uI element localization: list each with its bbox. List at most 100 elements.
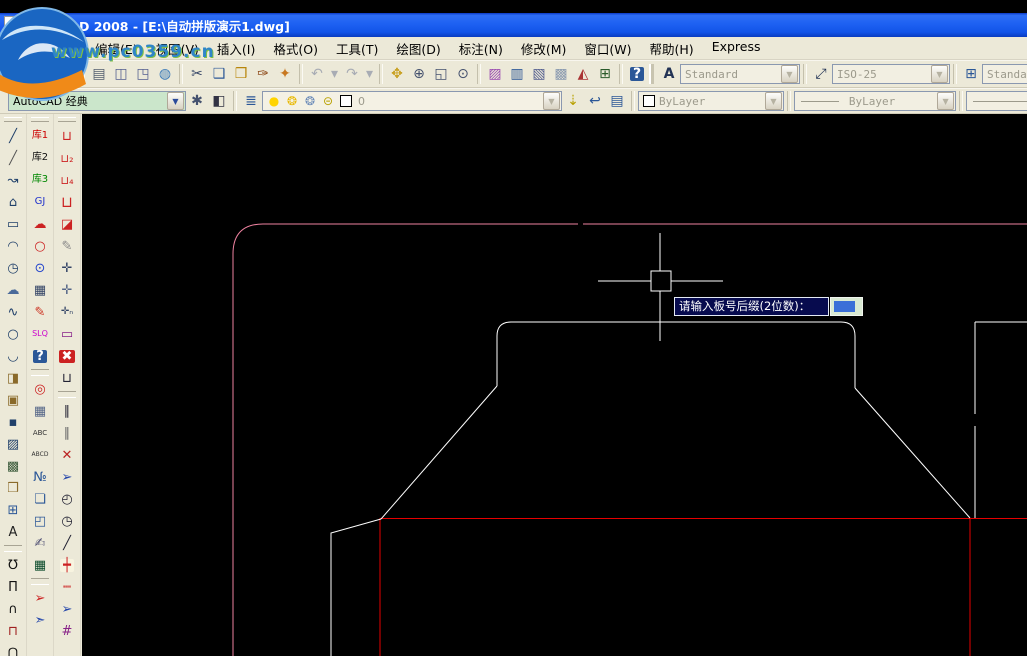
- no-draw-pencil-button[interactable]: ✎: [55, 235, 79, 257]
- circle-button[interactable]: ◷: [1, 257, 25, 279]
- layer-lock-button[interactable]: ⊝: [320, 93, 336, 109]
- die-tool-2-button[interactable]: Π: [1, 576, 25, 598]
- layouts-button[interactable]: ❏: [28, 488, 52, 510]
- menu-item[interactable]: 帮助(H): [641, 36, 703, 61]
- dim-style-manager-button[interactable]: ⤢: [810, 63, 832, 85]
- toolbar-grip[interactable]: [4, 117, 22, 122]
- library-2-button[interactable]: 库2: [28, 147, 52, 169]
- compass-2-button[interactable]: ◷: [55, 510, 79, 532]
- die-n-slash-button[interactable]: ◪: [55, 213, 79, 235]
- layer-dropdown-arrow[interactable]: ▼: [543, 92, 560, 110]
- die-u-button[interactable]: ⊔: [55, 125, 79, 147]
- cross-lines-button[interactable]: ✕: [55, 444, 79, 466]
- copy-button[interactable]: ❑: [208, 63, 230, 85]
- workspace-dropdown-arrow[interactable]: ▼: [167, 92, 184, 110]
- publish-button[interactable]: ◳: [132, 63, 154, 85]
- sheetset-manager-button[interactable]: ▩: [550, 63, 572, 85]
- text-strike-button[interactable]: ABC: [28, 422, 52, 444]
- menu-item[interactable]: 标注(N): [450, 36, 512, 61]
- tool-palettes-button[interactable]: ▧: [528, 63, 550, 85]
- menu-item[interactable]: 文件(F): [26, 36, 86, 61]
- hatch-button[interactable]: ▨: [1, 433, 25, 455]
- designcenter-button[interactable]: ▥: [506, 63, 528, 85]
- menu-item[interactable]: 插入(I): [208, 36, 264, 61]
- layout-setup-button[interactable]: ◰: [28, 510, 52, 532]
- die-tool-1-button[interactable]: ℧: [1, 554, 25, 576]
- select-order-button[interactable]: ➣: [28, 609, 52, 631]
- line-draw-button[interactable]: ╱: [55, 532, 79, 554]
- toolbar-grip[interactable]: [58, 117, 76, 122]
- number-block-button[interactable]: №: [28, 466, 52, 488]
- polyline-button[interactable]: ↝: [1, 169, 25, 191]
- menu-item[interactable]: Express: [703, 36, 770, 61]
- die-u-filled-button[interactable]: ⊔: [55, 191, 79, 213]
- ellipse-button[interactable]: ○: [1, 323, 25, 345]
- dynamic-input-field[interactable]: [830, 297, 863, 316]
- menu-item[interactable]: 格式(O): [264, 36, 327, 61]
- sketch-pencil-button[interactable]: ✎: [28, 301, 52, 323]
- menu-item[interactable]: 绘图(D): [387, 36, 449, 61]
- menu-item[interactable]: 视图(V): [147, 36, 208, 61]
- calculator-button[interactable]: ▦: [28, 554, 52, 576]
- make-block-button[interactable]: ▣: [1, 389, 25, 411]
- dots-pattern-button[interactable]: ▦: [28, 400, 52, 422]
- ellipse-grips-button[interactable]: ⊙: [28, 257, 52, 279]
- marker-line-button[interactable]: ┿: [55, 554, 79, 576]
- table-button[interactable]: ⊞: [1, 499, 25, 521]
- die-tool-5-button[interactable]: ⋂: [1, 642, 25, 656]
- menu-item[interactable]: 修改(M): [512, 36, 576, 61]
- new-file-button[interactable]: ❏: [12, 63, 34, 85]
- die-tool-4-button[interactable]: ⊓: [1, 620, 25, 642]
- workspace-settings-button[interactable]: ✱: [186, 90, 208, 112]
- save-workspace-button[interactable]: ◧: [208, 90, 230, 112]
- construction-line-button[interactable]: ╱: [1, 147, 25, 169]
- library-3-button[interactable]: 库3: [28, 169, 52, 191]
- markup-set-manager-button[interactable]: ◭: [572, 63, 594, 85]
- menu-item[interactable]: 编辑(E): [86, 36, 147, 61]
- ellipse-arc-button[interactable]: ◡: [1, 345, 25, 367]
- redo-list-arrow-button[interactable]: ▾: [363, 63, 376, 85]
- dots-red-button[interactable]: ┉: [55, 576, 79, 598]
- parallel-lines-button[interactable]: ∥: [55, 400, 79, 422]
- redo-button[interactable]: ↷: [341, 63, 363, 85]
- undo-list-arrow-button[interactable]: ▾: [328, 63, 341, 85]
- color-combo[interactable]: ByLayer ▼: [638, 91, 784, 111]
- lineweight-combo[interactable]: [966, 91, 1027, 111]
- polygon-button[interactable]: ⌂: [1, 191, 25, 213]
- line-button[interactable]: ╱: [1, 125, 25, 147]
- rectangle-button[interactable]: ▭: [1, 213, 25, 235]
- open-file-button[interactable]: ❐: [34, 63, 56, 85]
- text-explode-button[interactable]: ABCD: [28, 444, 52, 466]
- cursor-pick-button[interactable]: ➢: [55, 598, 79, 620]
- slq-tool-button[interactable]: SLQ: [28, 323, 52, 345]
- help-button[interactable]: ?: [626, 63, 648, 85]
- menu-item[interactable]: 窗口(W): [575, 36, 640, 61]
- pan-realtime-button[interactable]: ✥: [386, 63, 408, 85]
- die-u-4-button[interactable]: ⊔₄: [55, 169, 79, 191]
- layer-states-manager-button[interactable]: ▤: [606, 90, 628, 112]
- layer-thaw-sun-button[interactable]: ❂: [284, 93, 300, 109]
- layer-properties-manager-button[interactable]: ≣: [240, 90, 262, 112]
- paste-button[interactable]: ❒: [230, 63, 252, 85]
- text-style-combo[interactable]: Standard ▼: [680, 64, 800, 84]
- properties-palette-button[interactable]: ▨: [484, 63, 506, 85]
- toolbar-grip[interactable]: [31, 117, 49, 122]
- hash-marks-button[interactable]: #: [55, 620, 79, 642]
- workspace-combo[interactable]: AutoCAD 经典 ▼: [8, 91, 186, 111]
- title-bar[interactable]: A AutoCAD 2008 - [E:\自动拼版演示1.dwg]: [0, 13, 1027, 37]
- linetype-combo[interactable]: ByLayer ▼: [794, 91, 956, 111]
- compass-1-button[interactable]: ◴: [55, 488, 79, 510]
- node-snap-alt-button[interactable]: ✛: [55, 279, 79, 301]
- dim-style-dropdown-arrow[interactable]: ▼: [931, 65, 948, 83]
- zoom-realtime-button[interactable]: ⊕: [408, 63, 430, 85]
- make-object-layer-current-button[interactable]: ⇣: [562, 90, 584, 112]
- drawing-canvas[interactable]: 请输入板号后缀(2位数)：: [82, 114, 1027, 656]
- zoom-window-button[interactable]: ◱: [430, 63, 452, 85]
- zoom-previous-button[interactable]: ⊙: [452, 63, 474, 85]
- library-1-button[interactable]: 库1: [28, 125, 52, 147]
- text-style-dropdown-arrow[interactable]: ▼: [781, 65, 798, 83]
- die-u-2-button[interactable]: ⊔₂: [55, 147, 79, 169]
- help-tool-button[interactable]: ?: [28, 345, 52, 367]
- pattern-grid-button[interactable]: ▦: [28, 279, 52, 301]
- node-n-button[interactable]: ✛ₙ: [55, 301, 79, 323]
